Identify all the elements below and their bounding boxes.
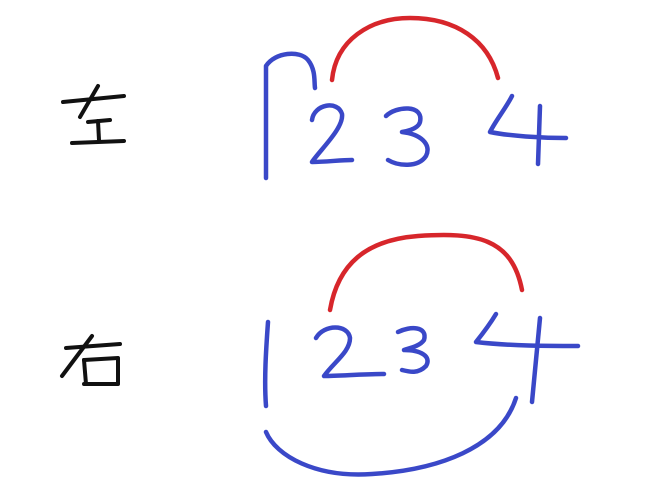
whiteboard-canvas: 左 右 [0, 0, 647, 488]
row-2-digit-4-stem [529, 315, 543, 405]
row-2-digits [262, 311, 581, 409]
row-2-arc [327, 232, 525, 313]
row-2: 右 [60, 232, 581, 477]
row-1-digit-4 [487, 93, 569, 141]
row-1-digit-1 [263, 51, 318, 181]
row-2-underarc [263, 395, 519, 477]
row-2-digit-2 [313, 325, 387, 379]
handwriting-drawing: 左 右 [60, 15, 581, 477]
row-2-digit-3 [395, 325, 430, 374]
row-1: 左 [61, 15, 569, 181]
row-2-digit-1 [262, 319, 271, 409]
row-1-digits [263, 51, 569, 181]
row-2-digit-4 [473, 311, 581, 349]
row-1-arc [329, 15, 501, 83]
row-1-digit-2 [309, 103, 355, 165]
row-1-digit-3 [383, 106, 430, 167]
row-1-digit-4-stem [535, 103, 543, 167]
